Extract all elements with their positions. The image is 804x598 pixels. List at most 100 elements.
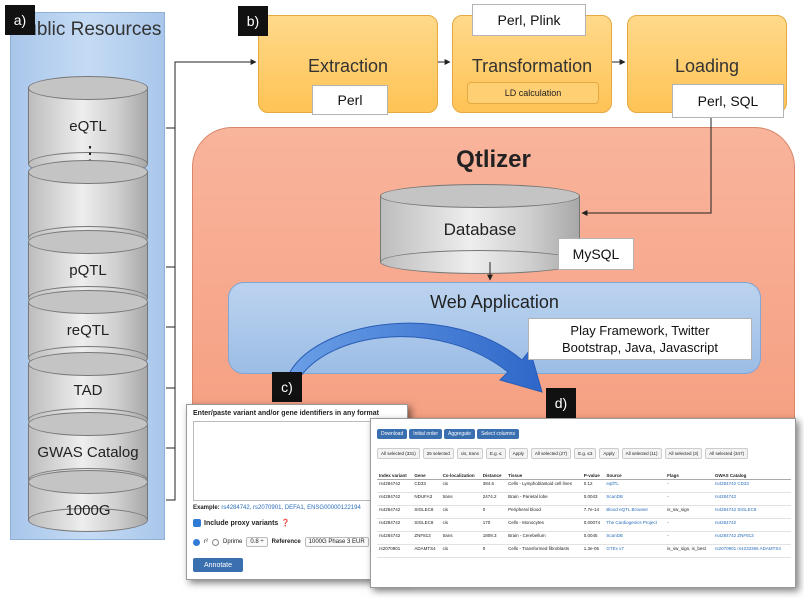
column-header[interactable]: Source (604, 461, 666, 480)
table-cell[interactable]: eqtlTL (604, 479, 666, 493)
table-cell[interactable]: rs4284742 ZNF813 (712, 531, 791, 545)
table-cell[interactable]: ScanDB (604, 531, 666, 545)
table-cell: Brain - Cerebellum (506, 531, 582, 545)
column-header[interactable]: P-value (581, 461, 605, 480)
filter-control-4[interactable]: Apply (508, 448, 528, 459)
table-cell: 1809.3 (480, 531, 507, 545)
results-filters: All selected (331) 25 selected cis, trans E… (377, 448, 749, 459)
loading-title: Loading (674, 56, 740, 76)
table-cell[interactable]: rs4284742 (712, 492, 791, 506)
table-cell: 0 (480, 544, 507, 558)
query-form-header: Enter/paste variant and/or gene identifi… (193, 410, 379, 417)
table-cell: 1.3e-05 (581, 544, 605, 558)
arrow-to-extraction (174, 59, 257, 128)
checkbox-icon[interactable] (193, 519, 201, 527)
table-cell[interactable]: rs4284742 CD33 (712, 479, 791, 493)
table-cell: is_sw_sign (665, 505, 713, 519)
table-cell: 0.12 (581, 479, 605, 493)
table-cell[interactable]: rs2070901 rs4233366 ADAMTS4 (712, 544, 791, 558)
table-cell: 0 (480, 505, 507, 519)
threshold-select[interactable]: 0.8 ÷ (246, 537, 268, 547)
filter-control-10[interactable]: All selected (347) (705, 448, 749, 459)
table-cell: NDUFA3 (412, 492, 441, 506)
table-cell: is_sw_sign, is_best (665, 544, 713, 558)
filter-control-6[interactable]: E.g. ≤3 (574, 448, 597, 459)
filter-control-3[interactable]: E.g. ≤ (485, 448, 506, 459)
ld-options: r² Dprime 0.8 ÷ Reference 1000G Phase 3 … (193, 537, 369, 547)
database-tech: MySQL (558, 238, 634, 270)
transformation-tech: Perl, Plink (472, 4, 586, 36)
database-title: Database (443, 220, 517, 239)
ld-calculation-box: LD calculation (467, 82, 599, 104)
table-cell: SIGLEC8 (412, 505, 441, 519)
extraction-tech: Perl (312, 85, 388, 115)
table-cell: 384.6 (480, 479, 507, 493)
table-cell: cis (440, 479, 481, 493)
panel-label-a: a) (5, 5, 35, 35)
reference-select[interactable]: 1000G Phase 3 EUR (304, 537, 369, 547)
table-cell: 170 (480, 518, 507, 532)
table-cell: trans (440, 492, 481, 506)
results-button-2[interactable]: Aggregate (443, 429, 476, 439)
dprime-radio[interactable] (212, 538, 219, 546)
filter-control-9[interactable]: All selected (3) (664, 448, 703, 459)
results-button-0[interactable]: Download (377, 429, 408, 439)
filter-control-5[interactable]: All selected (27) (530, 448, 572, 459)
proxy-option[interactable]: Include proxy variants ❓ (193, 519, 290, 527)
resource-label: pQTL (69, 262, 107, 279)
table-cell: rs4284742 (377, 505, 413, 519)
panel-label-c: c) (272, 372, 302, 402)
column-header[interactable]: Tissue (506, 461, 582, 480)
table-cell: 0.00074 (581, 518, 605, 532)
results-button-1[interactable]: Initial order (409, 429, 442, 439)
r2-radio[interactable] (193, 538, 200, 546)
column-header[interactable]: Index variant (377, 461, 413, 480)
table-cell: Cells - Lymphoblastoid cell lines (506, 479, 582, 493)
table-row: rs4284742 ZNF813 trans 1809.3 Brain - Cerebe… (377, 531, 791, 545)
filter-control-0[interactable]: All selected (331) (377, 448, 420, 459)
table-cell: - (665, 531, 713, 545)
resource-label: 1000G (65, 502, 111, 519)
table-cell: - (665, 518, 713, 532)
ellipsis-icon: ⋮ (80, 143, 100, 165)
table-cell[interactable]: ScanDB (604, 492, 666, 506)
column-header[interactable]: Flags (665, 461, 713, 480)
web-application-tech: Play Framework, Twitter Bootstrap, Java,… (528, 318, 752, 360)
filter-control-7[interactable]: Apply (599, 448, 619, 459)
resource-label: reQTL (66, 322, 110, 339)
table-cell[interactable]: Blood eQTL Browser (604, 505, 666, 519)
bracket-line (166, 127, 176, 501)
results-button-3[interactable]: Select columns (477, 429, 519, 439)
table-cell: rs2070901 (377, 544, 413, 558)
column-header[interactable]: Co-localization (440, 461, 481, 480)
table-cell: rs4284742 (377, 518, 413, 532)
panel-label-b: b) (238, 6, 268, 36)
table-row: rs2070901 ADAMTS4 cis 0 Cells - Transformed … (377, 544, 791, 558)
example-links[interactable]: rs4284742, rs2070901, DEFA1, ENSG0000012… (221, 505, 360, 511)
column-header[interactable]: GWAS Catalog (712, 461, 791, 480)
table-cell: cis (440, 518, 481, 532)
table-row: rs4284742 NDUFA3 trans 2474.2 Brain - Pariet… (377, 492, 791, 506)
table-cell: - (665, 492, 713, 506)
table-cell[interactable]: rs4284742 (712, 518, 791, 532)
table-cell: ZNF813 (412, 531, 441, 545)
table-cell[interactable]: rs4284742 SIGLEC8 (712, 505, 791, 519)
table-cell: Brain - Parietal lobe (506, 492, 582, 506)
table-cell[interactable]: The Cardiogenics Project (604, 518, 666, 532)
column-header[interactable]: Distance (480, 461, 507, 480)
filter-control-1[interactable]: 25 selected (422, 448, 454, 459)
filter-control-8[interactable]: All selected (11) (621, 448, 662, 459)
column-header[interactable]: Gene (412, 461, 441, 480)
table-cell: Peripheral blood (506, 505, 582, 519)
table-row: rs4284742 SIGLEC8 cis 0 Peripheral blood 7.7e… (377, 505, 791, 519)
table-cell: 7.7e-14 (581, 505, 605, 519)
table-cell: ADAMTS4 (412, 544, 441, 558)
annotate-button[interactable]: Annotate (193, 558, 243, 572)
filter-control-2[interactable]: cis, trans (456, 448, 483, 459)
table-cell[interactable]: GTEx v7 (604, 544, 666, 558)
results-toolbar: Download Initial order Aggregate Select col… (377, 429, 519, 439)
table-cell: 0.0045 (581, 531, 605, 545)
table-row: rs4284742 CD33 cis 384.6 Cells - Lymphoblast… (377, 479, 791, 493)
resource-label: GWAS Catalog (37, 444, 139, 461)
table-cell: 2474.2 (480, 492, 507, 506)
